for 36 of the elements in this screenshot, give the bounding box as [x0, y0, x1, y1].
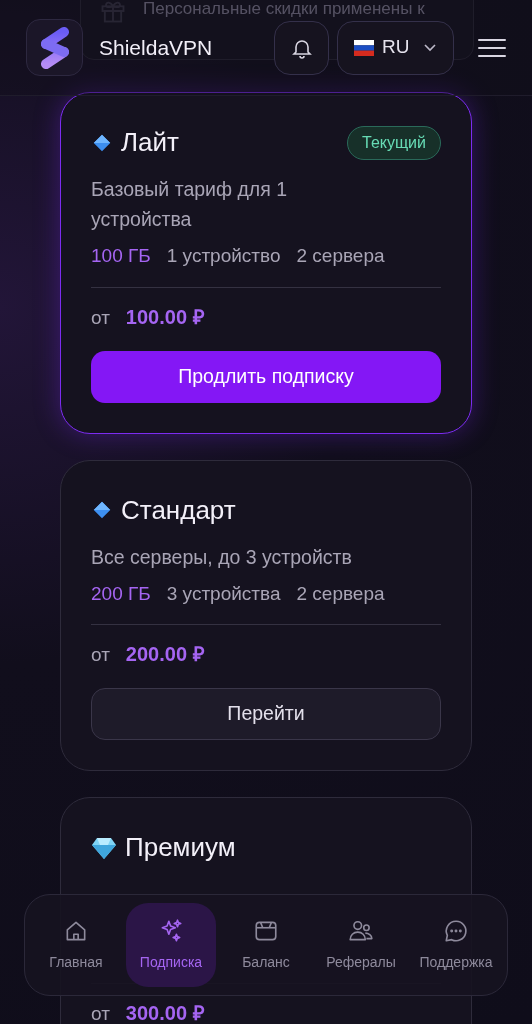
- plan-feature: 1 устройство: [166, 244, 281, 268]
- diamond-icon: [91, 499, 113, 521]
- plan-price: 200.00 ₽: [125, 643, 205, 665]
- nav-tab[interactable]: Главная: [31, 903, 121, 987]
- price-prefix: от: [91, 644, 110, 666]
- renew-button[interactable]: Продлить подписку: [91, 350, 441, 403]
- plan-name: Лайт: [121, 126, 179, 159]
- menu-icon[interactable]: [478, 36, 506, 59]
- language-selector[interactable]: RU: [337, 20, 454, 75]
- plan-description: Базовый тариф для 1 устройства: [91, 177, 288, 232]
- chevron-down-icon: [423, 42, 437, 53]
- price-prefix: от: [91, 1003, 110, 1024]
- nav-tab[interactable]: Подписка: [126, 903, 216, 987]
- plan-feature: 100 ГБ: [91, 244, 151, 268]
- plan-name: Премиум: [125, 831, 236, 864]
- price-prefix: от: [91, 306, 110, 329]
- plan-feature: 2 сервера: [296, 244, 385, 268]
- nav-tab[interactable]: Поддержка: [411, 903, 501, 987]
- current-badge: Текущий: [347, 125, 441, 160]
- plan-description: Все серверы, до 3 устройств: [91, 544, 353, 570]
- plan-price: 100.00 ₽: [125, 305, 205, 328]
- notice-text: Персональные скидки применены к: [143, 0, 425, 20]
- plan-feature: 2 сервера: [296, 581, 385, 606]
- flag-icon: [354, 39, 374, 56]
- app-logo[interactable]: [26, 19, 83, 76]
- plan-name: Стандарт: [121, 493, 236, 527]
- plan-price: 300.00 ₽: [125, 1002, 205, 1024]
- brand-name: ShieldaVPN: [99, 34, 213, 61]
- notifications-button[interactable]: [274, 20, 329, 75]
- nav-tab[interactable]: Рефералы: [316, 903, 406, 987]
- plan-feature: 200 ГБ: [91, 581, 151, 606]
- nav-tab[interactable]: Баланс: [221, 903, 311, 987]
- gem-icon: [91, 835, 117, 860]
- plan-feature: 3 устройства: [166, 581, 281, 606]
- chat-icon: [443, 917, 469, 944]
- select-plan-button[interactable]: Перейти: [91, 688, 441, 740]
